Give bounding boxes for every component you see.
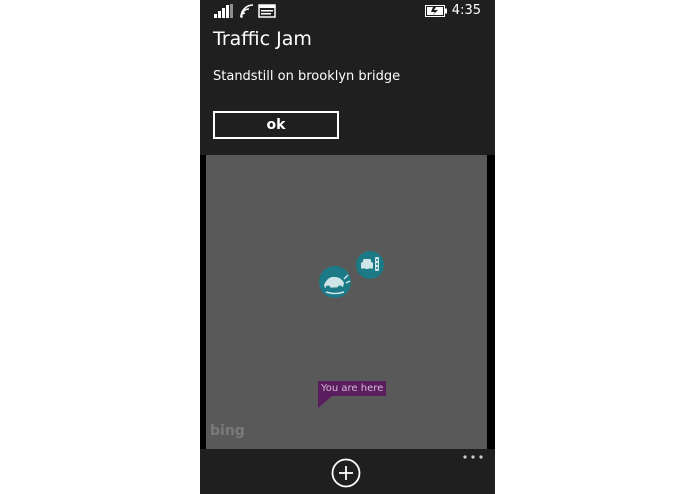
add-icon[interactable] bbox=[331, 458, 361, 488]
you-are-here-label: You are here bbox=[318, 381, 387, 396]
status-bar: 4:35 bbox=[200, 0, 495, 24]
dialog-message: Standstill on brooklyn bridge bbox=[213, 69, 401, 84]
accident-icon[interactable] bbox=[314, 265, 356, 299]
battery-icon bbox=[425, 5, 447, 17]
app-bar bbox=[200, 449, 495, 494]
signal-icon bbox=[214, 4, 233, 18]
map-view[interactable]: You are here bing bbox=[206, 155, 487, 449]
you-are-here-pin: You are here bbox=[318, 381, 387, 408]
ok-button[interactable]: ok bbox=[213, 111, 339, 139]
message-icon bbox=[258, 4, 276, 18]
traffic-car-icon[interactable] bbox=[354, 250, 386, 280]
pin-tail bbox=[318, 396, 332, 408]
wifi-icon bbox=[240, 4, 254, 18]
traffic-alert-dialog: Traffic Jam Standstill on brooklyn bridg… bbox=[200, 24, 495, 155]
more-icon[interactable] bbox=[462, 452, 484, 462]
phone-screen: 4:35 Traffic Jam Standstill on brooklyn … bbox=[200, 0, 495, 494]
clock: 4:35 bbox=[451, 3, 481, 18]
bing-logo: bing bbox=[210, 423, 245, 439]
dialog-title: Traffic Jam bbox=[213, 28, 312, 50]
